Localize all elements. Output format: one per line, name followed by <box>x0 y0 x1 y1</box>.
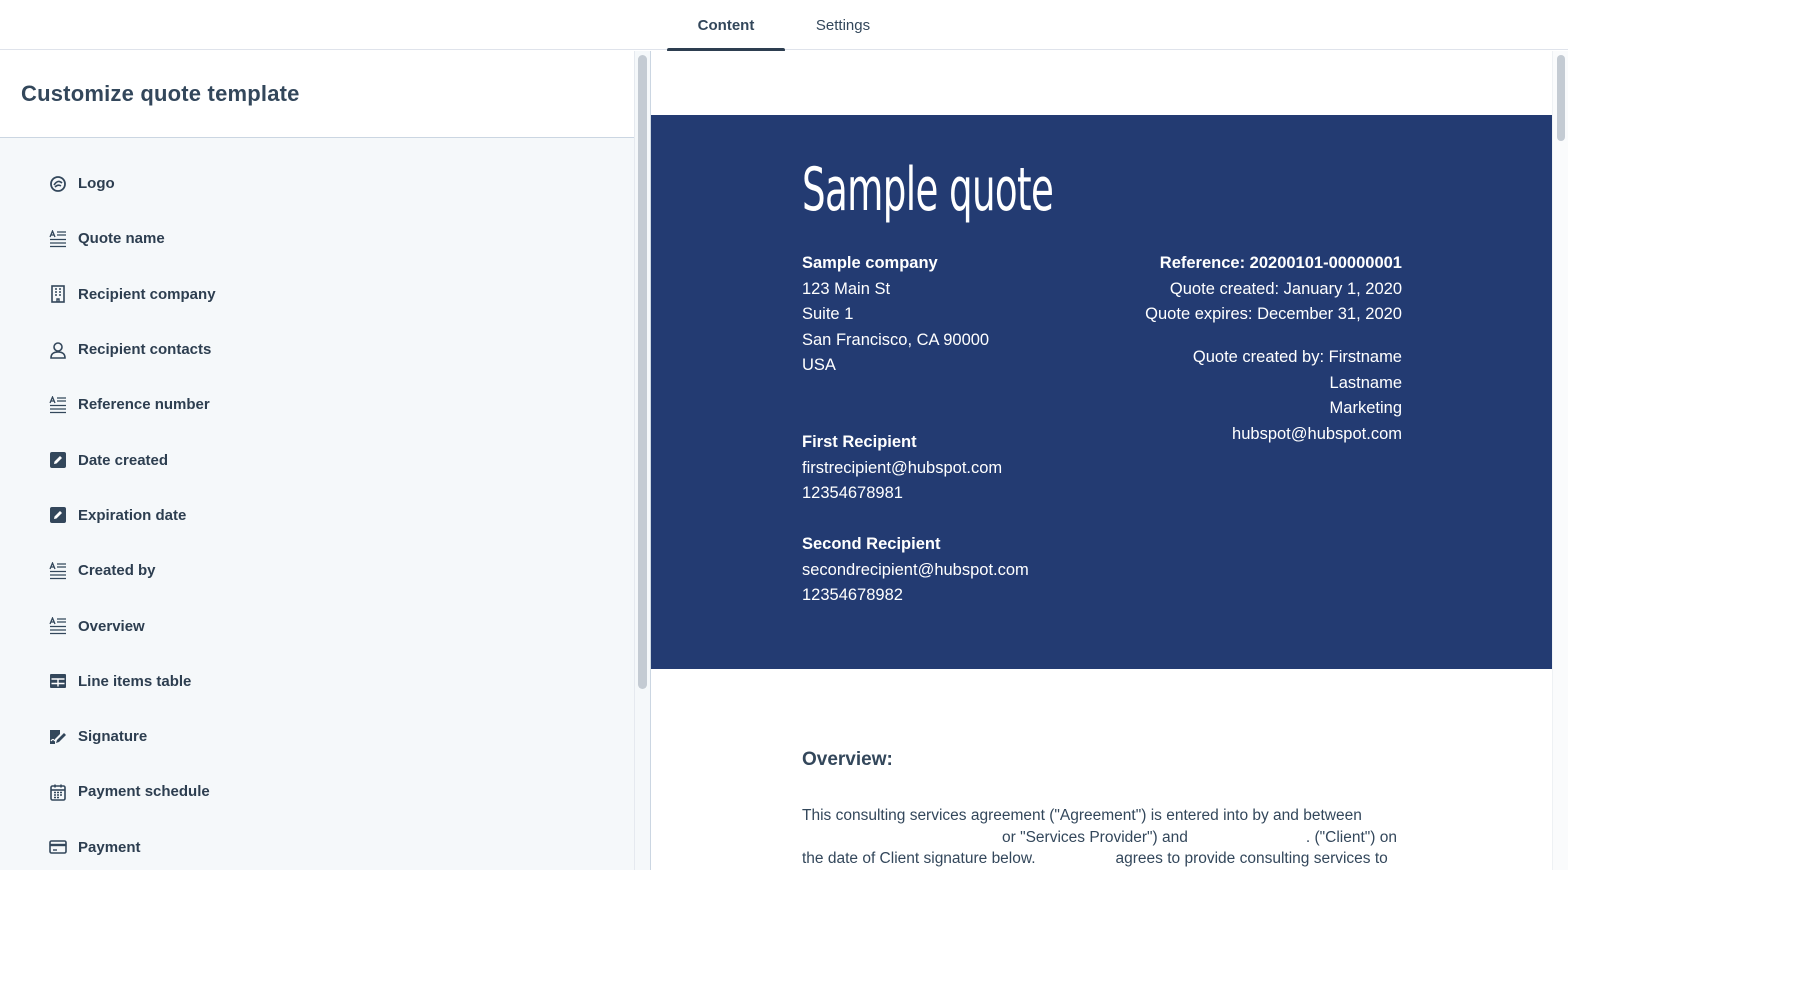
preview-scrollbar[interactable] <box>1552 51 1568 870</box>
module-label: Overview <box>78 617 145 635</box>
company-city: San Francisco, CA 90000 <box>802 330 990 349</box>
created-by-team: Marketing <box>1329 399 1402 417</box>
building-icon <box>48 285 67 304</box>
recipient-phone: 12354678982 <box>802 586 903 604</box>
overview-line: the date of Client signature below. agree… <box>802 848 1402 870</box>
quote-expiration-date: Quote expires: December 31, 2020 <box>1145 305 1402 323</box>
company-name: Sample company <box>802 254 938 272</box>
edit-icon <box>48 451 67 470</box>
recipient-contact: Second Recipient secondrecipient@hubspot… <box>802 532 1029 609</box>
company-address-line: 123 Main St <box>802 279 891 298</box>
created-by-lastname: Lastname <box>1329 373 1402 392</box>
overview-fragment: or "Services Provider") and <box>1002 828 1188 846</box>
module-payment[interactable]: Payment <box>0 820 634 875</box>
recipient-contact: First Recipient firstrecipient@hubspot.c… <box>802 430 1002 507</box>
module-reference-number[interactable]: Reference number <box>0 377 634 432</box>
contact-icon <box>48 340 67 359</box>
module-label: Created by <box>78 562 156 580</box>
module-label: Payment schedule <box>78 783 210 801</box>
overview-fragment: . ("Client") on <box>1305 828 1398 846</box>
module-label: Recipient company <box>78 285 216 303</box>
module-label: Payment <box>78 838 141 856</box>
customize-panel: Customize quote template Logo Quote name… <box>0 51 634 870</box>
created-by-email: hubspot@hubspot.com <box>1232 424 1402 443</box>
recipient-name: First Recipient <box>802 433 917 451</box>
module-recipient-contacts[interactable]: Recipient contacts <box>0 322 634 377</box>
scrollbar-thumb[interactable] <box>638 55 647 689</box>
module-label: Reference number <box>78 396 210 414</box>
recipient-email: firstrecipient@hubspot.com <box>802 458 1003 477</box>
module-recipient-company[interactable]: Recipient company <box>0 267 634 322</box>
panel-title: Customize quote template <box>21 81 300 106</box>
module-line-items-table[interactable]: Line items table <box>0 654 634 709</box>
table-icon <box>48 672 67 691</box>
module-list: Logo Quote name Recipient company Recipi… <box>0 156 634 875</box>
quote-created-date: Quote created: January 1, 2020 <box>1169 279 1402 298</box>
created-by-name: Quote created by: Firstname <box>1192 348 1402 366</box>
created-by-info: Quote created by: Firstname Lastname Mar… <box>1193 345 1402 447</box>
overview-fragment: the date of Client signature below. <box>802 850 1036 867</box>
module-overview[interactable]: Overview <box>0 598 634 653</box>
module-signature[interactable]: Signature <box>0 709 634 764</box>
panel-scrollbar[interactable] <box>634 51 650 870</box>
module-label: Line items table <box>78 672 192 690</box>
module-expiration-date[interactable]: Expiration date <box>0 488 634 543</box>
recipient-email: secondrecipient@hubspot.com <box>802 560 1029 579</box>
overview-text[interactable]: This consulting services agreement ("Agr… <box>802 805 1402 870</box>
overview-line: or "Services Provider") and . ("Client") … <box>802 827 1402 849</box>
logo-icon <box>48 174 67 193</box>
reference-number: Reference: 20200101-00000001 <box>1159 254 1402 272</box>
edit-icon <box>48 506 67 525</box>
module-date-created[interactable]: Date created <box>0 432 634 487</box>
company-country: USA <box>802 356 836 374</box>
signature-icon <box>48 727 67 746</box>
overview-line: This consulting services agreement ("Agr… <box>802 807 1362 824</box>
module-logo[interactable]: Logo <box>0 156 634 211</box>
module-label: Recipient contacts <box>78 341 212 359</box>
scrollbar-thumb[interactable] <box>1557 55 1565 141</box>
module-label: Expiration date <box>78 506 187 524</box>
credit-card-icon <box>48 838 67 857</box>
recipient-name: Second Recipient <box>802 535 941 553</box>
quote-title: Sample quote <box>802 155 1054 225</box>
panel-header: Customize quote template <box>0 51 634 138</box>
module-label: Signature <box>78 728 148 746</box>
text-block-icon <box>48 617 67 636</box>
recipient-phone: 12354678981 <box>802 484 903 502</box>
company-info: Sample company 123 Main St Suite 1 San F… <box>802 251 989 379</box>
module-created-by[interactable]: Created by <box>0 543 634 598</box>
module-quote-name[interactable]: Quote name <box>0 211 634 266</box>
company-address-line: Suite 1 <box>802 305 854 323</box>
tab-content[interactable]: Content <box>667 0 785 52</box>
quote-header-block[interactable]: Sample quote Sample company 123 Main St … <box>651 115 1552 669</box>
overview-fragment: agrees to provide consulting services to <box>1115 850 1388 867</box>
module-label: Date created <box>78 451 169 469</box>
overview-heading: Overview: <box>802 749 893 770</box>
top-tab-bar: Content Settings <box>0 0 1568 52</box>
module-payment-schedule[interactable]: Payment schedule <box>0 764 634 819</box>
calendar-icon <box>48 782 67 801</box>
quote-meta: Reference: 20200101-00000001 Quote creat… <box>1145 251 1402 328</box>
module-label: Logo <box>78 175 115 193</box>
text-block-icon <box>48 395 67 414</box>
text-block-icon <box>48 229 67 248</box>
tab-settings[interactable]: Settings <box>784 0 902 50</box>
text-block-icon <box>48 561 67 580</box>
module-label: Quote name <box>78 230 165 248</box>
quote-preview: Sample quote Sample company 123 Main St … <box>650 51 1552 870</box>
